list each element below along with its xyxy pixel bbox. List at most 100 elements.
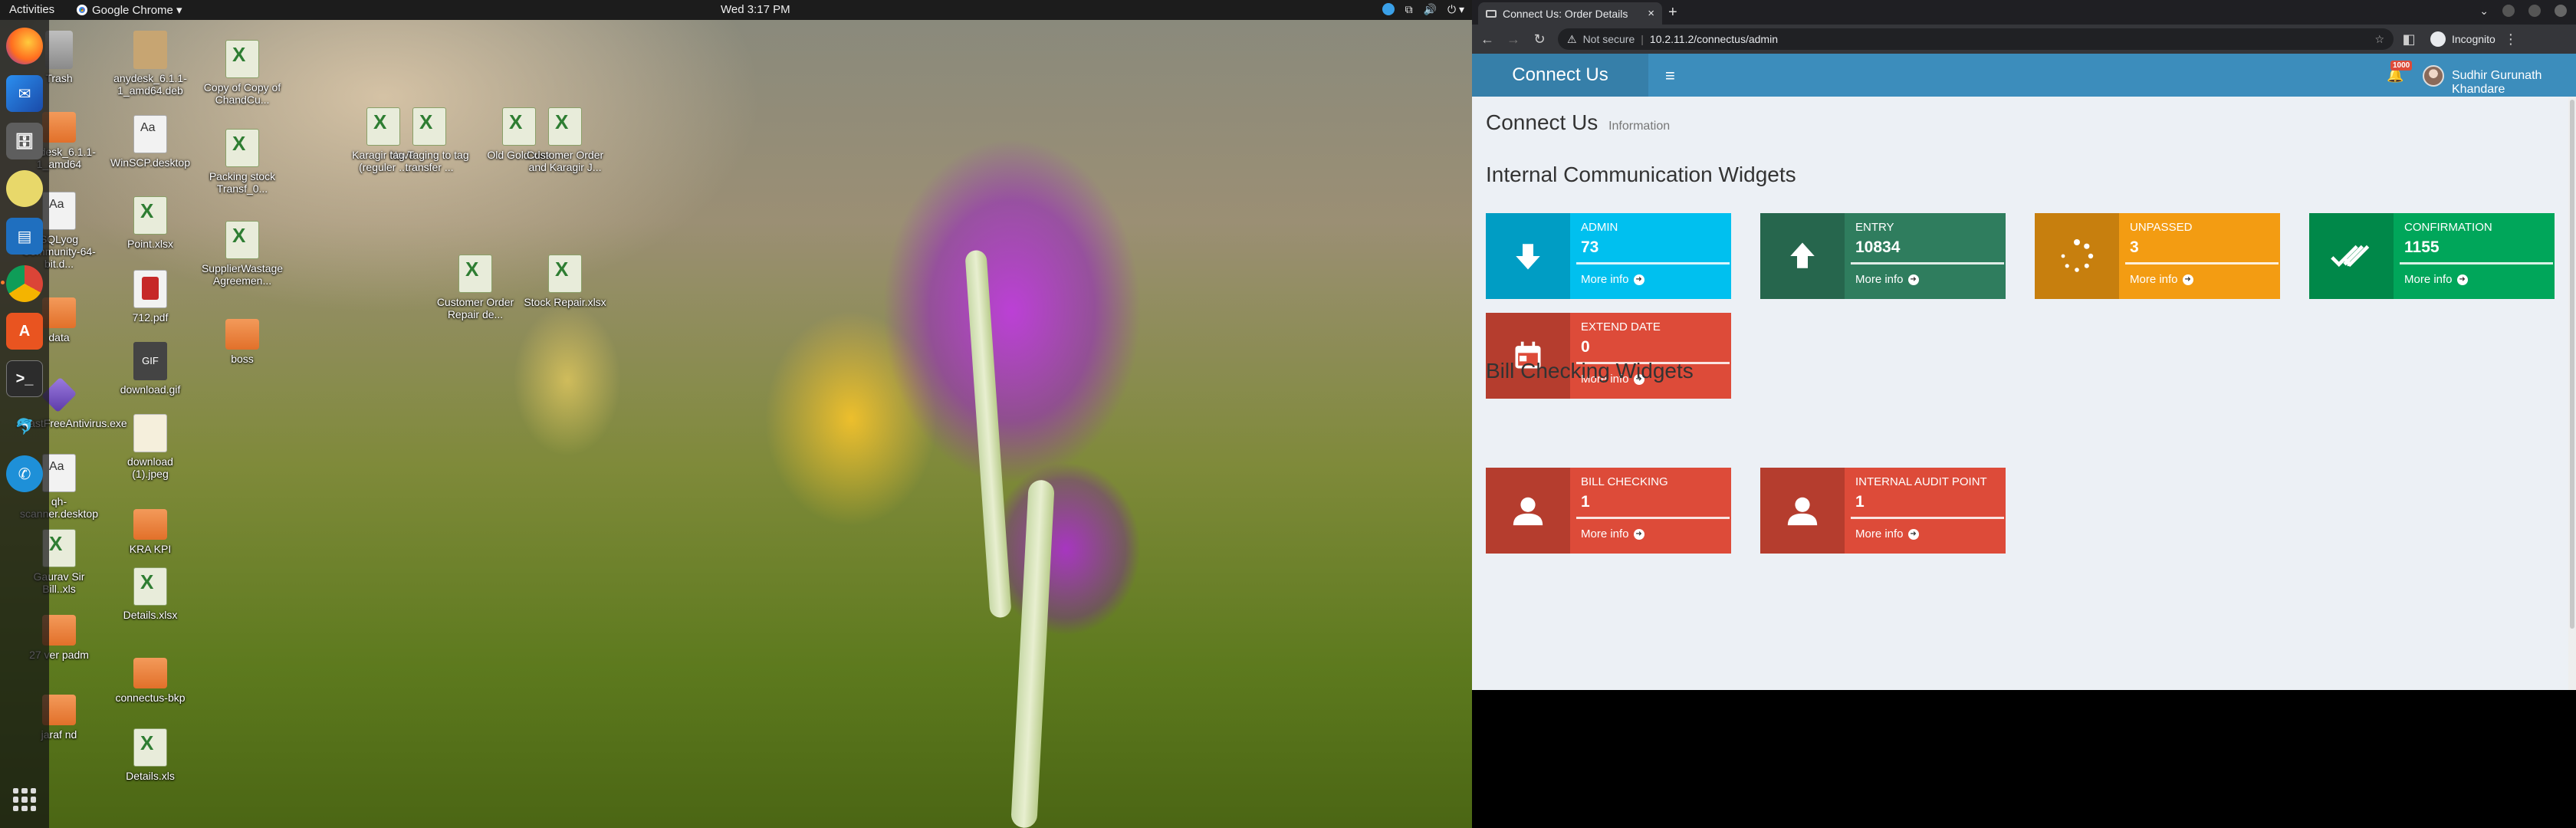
desktop-icon[interactable]: tag Taging to tag transfer ... bbox=[387, 107, 472, 173]
desktop-icon[interactable]: Point.xlsx bbox=[108, 196, 192, 250]
folder-file-icon bbox=[133, 509, 167, 540]
new-tab-button[interactable]: + bbox=[1668, 4, 1677, 21]
menu-icon[interactable]: ⋮ bbox=[2500, 31, 2522, 48]
rhythmbox-icon[interactable] bbox=[6, 170, 43, 207]
info-box-bill-checking: BILL CHECKING 1 More info ➜ bbox=[1486, 468, 1731, 554]
reload-button[interactable]: ↻ bbox=[1529, 31, 1550, 48]
desktop-icon[interactable]: Details.xls bbox=[108, 728, 192, 782]
url-text[interactable]: 10.2.11.2/connectus/admin bbox=[1650, 33, 1778, 45]
desktop-icon[interactable]: SupplierWastage Agreemen... bbox=[200, 221, 284, 287]
minimize-button[interactable] bbox=[2502, 5, 2515, 17]
sidebar-toggle-icon[interactable]: ≡ bbox=[1665, 66, 1675, 86]
info-box-confirmation: CONFIRMATION 1155 More info ➜ bbox=[2309, 213, 2555, 299]
desktop-icon[interactable]: Customer Order Repair de... bbox=[433, 255, 518, 320]
gnome-top-bar: Activities Google Chrome ▾ Wed 3:17 PM ⧉… bbox=[0, 0, 1472, 20]
progress-bar bbox=[2125, 262, 2279, 264]
xls-file-icon bbox=[548, 107, 582, 146]
software-icon[interactable]: A bbox=[6, 313, 43, 350]
page-scrollbar[interactable] bbox=[2568, 97, 2576, 690]
info-box-value: 1155 bbox=[2404, 238, 2440, 256]
tab-title: Connect Us: Order Details bbox=[1503, 7, 1628, 20]
forward-button[interactable]: → bbox=[1503, 31, 1524, 48]
address-bar[interactable]: ⚠ Not secure | 10.2.11.2/connectus/admin… bbox=[1558, 28, 2394, 50]
desktop-icon[interactable]: 712.pdf bbox=[108, 270, 192, 324]
phone-icon[interactable]: ✆ bbox=[6, 455, 43, 492]
desktop-icon-label: Copy of Copy of ChandCu... bbox=[203, 81, 281, 106]
desktop-icon[interactable]: Packing stock Transf_0... bbox=[200, 129, 284, 195]
info-box-unpassed: UNPASSED 3 More info ➜ bbox=[2035, 213, 2280, 299]
xls-file-icon bbox=[548, 255, 582, 293]
desktop-icon[interactable]: boss bbox=[200, 314, 284, 365]
more-info-link[interactable]: More info ➜ bbox=[2130, 273, 2193, 286]
bookmark-star-icon[interactable]: ☆ bbox=[2374, 33, 2384, 46]
app-menu[interactable]: Google Chrome ▾ bbox=[77, 3, 182, 17]
network-icon[interactable]: ⧉ bbox=[1405, 3, 1413, 16]
incognito-label: Incognito bbox=[2452, 33, 2496, 45]
more-info-link[interactable]: More info ➜ bbox=[1581, 273, 1644, 286]
desktop-icon[interactable]: GIF download.gif bbox=[108, 342, 192, 396]
page-subtitle: Information bbox=[1608, 120, 1671, 133]
desktop-icon-label: Details.xlsx bbox=[123, 609, 178, 621]
desktop-icon-label: Customer Order Repair de... bbox=[436, 296, 514, 320]
more-info-label: More info bbox=[1855, 527, 1904, 540]
info-box-value: 1 bbox=[1581, 493, 1590, 511]
desktop-icon[interactable]: KRA KPI bbox=[108, 504, 192, 555]
incognito-indicator[interactable]: Incognito bbox=[2430, 31, 2496, 47]
maximize-button[interactable] bbox=[2528, 5, 2541, 17]
arrow-up-icon bbox=[1760, 213, 1845, 299]
app-logo[interactable]: Connect Us bbox=[1472, 54, 1648, 97]
tab-search-icon[interactable]: ⌄ bbox=[2479, 5, 2489, 18]
back-button[interactable]: ← bbox=[1477, 31, 1498, 48]
desktop-icon[interactable]: WinSCP.desktop bbox=[108, 115, 192, 169]
terminal-icon[interactable]: >_ bbox=[6, 360, 43, 397]
system-tray[interactable]: ⧉ 🔊 ⏻ ▾ bbox=[1382, 3, 1464, 16]
writer-icon[interactable]: ▤ bbox=[6, 218, 43, 255]
side-panel-icon[interactable]: ◧ bbox=[2398, 31, 2420, 48]
activities-button[interactable]: Activities bbox=[9, 3, 54, 16]
volume-icon[interactable]: 🔊 bbox=[1424, 3, 1437, 16]
section-title-bill: Bill Checking Widgets bbox=[1486, 359, 1694, 383]
more-info-label: More info bbox=[1855, 273, 1904, 286]
more-info-link[interactable]: More info ➜ bbox=[1855, 273, 1919, 286]
desktop-icon-label: tag Taging to tag transfer ... bbox=[389, 149, 469, 173]
desktop-icon-label: Point.xlsx bbox=[127, 238, 173, 250]
arrow-circle-right-icon: ➜ bbox=[2456, 274, 2468, 285]
desktop-icon[interactable]: Stock Repair.xlsx bbox=[523, 255, 607, 308]
desktop-icon[interactable]: connectus-bkp bbox=[108, 653, 192, 704]
scrollbar-thumb[interactable] bbox=[2570, 100, 2574, 629]
power-icon[interactable]: ⏻ ▾ bbox=[1447, 3, 1464, 16]
info-box-value: 73 bbox=[1581, 238, 1599, 256]
clock[interactable]: Wed 3:17 PM bbox=[721, 3, 790, 16]
xls-file-icon bbox=[225, 129, 259, 167]
files-icon[interactable]: 🗄 bbox=[6, 123, 43, 159]
user-name[interactable]: Sudhir Gurunath Khandare bbox=[2452, 69, 2576, 97]
tab-order-details[interactable]: Connect Us: Order Details × bbox=[1478, 2, 1662, 25]
app-header: Connect Us ≡ 🔔 1000 Sudhir Gurunath Khan… bbox=[1472, 54, 2576, 97]
xls-file-icon bbox=[225, 221, 259, 259]
firefox-icon[interactable] bbox=[6, 28, 43, 64]
thunderbird-icon[interactable]: ✉ bbox=[6, 75, 43, 112]
more-info-link[interactable]: More info ➜ bbox=[1581, 527, 1644, 540]
pdf-file-icon bbox=[133, 270, 167, 308]
desktop-icon[interactable]: Details.xlsx bbox=[108, 567, 192, 621]
chrome-icon[interactable] bbox=[1, 265, 43, 302]
update-icon[interactable] bbox=[1382, 3, 1395, 15]
double-check-icon bbox=[2309, 213, 2394, 299]
more-info-link[interactable]: More info ➜ bbox=[2404, 273, 2468, 286]
not-secure-label[interactable]: Not secure bbox=[1583, 33, 1635, 45]
desktop-icon[interactable]: anydesk_6.1.1-1_amd64.deb bbox=[108, 31, 192, 97]
info-box-label: INTERNAL AUDIT POINT bbox=[1855, 475, 1987, 488]
dolphin-icon[interactable]: 🐬 bbox=[6, 408, 43, 445]
close-window-button[interactable] bbox=[2555, 5, 2567, 17]
desktop-icon[interactable]: Copy of Copy of ChandCu... bbox=[200, 40, 284, 106]
more-info-link[interactable]: More info ➜ bbox=[1855, 527, 1919, 540]
desktop-icon[interactable]: download (1).jpeg bbox=[108, 414, 192, 480]
warning-icon[interactable]: ⚠ bbox=[1567, 33, 1577, 46]
user-icon bbox=[1486, 468, 1570, 554]
avatar[interactable] bbox=[2423, 65, 2444, 87]
show-applications-icon[interactable] bbox=[13, 788, 36, 811]
desktop-icon-label: download (1).jpeg bbox=[127, 455, 173, 480]
info-box-label: UNPASSED bbox=[2130, 221, 2193, 234]
desktop-icon[interactable]: Customer Order and Karagir J... bbox=[523, 107, 607, 173]
close-tab-icon[interactable]: × bbox=[1648, 7, 1654, 20]
